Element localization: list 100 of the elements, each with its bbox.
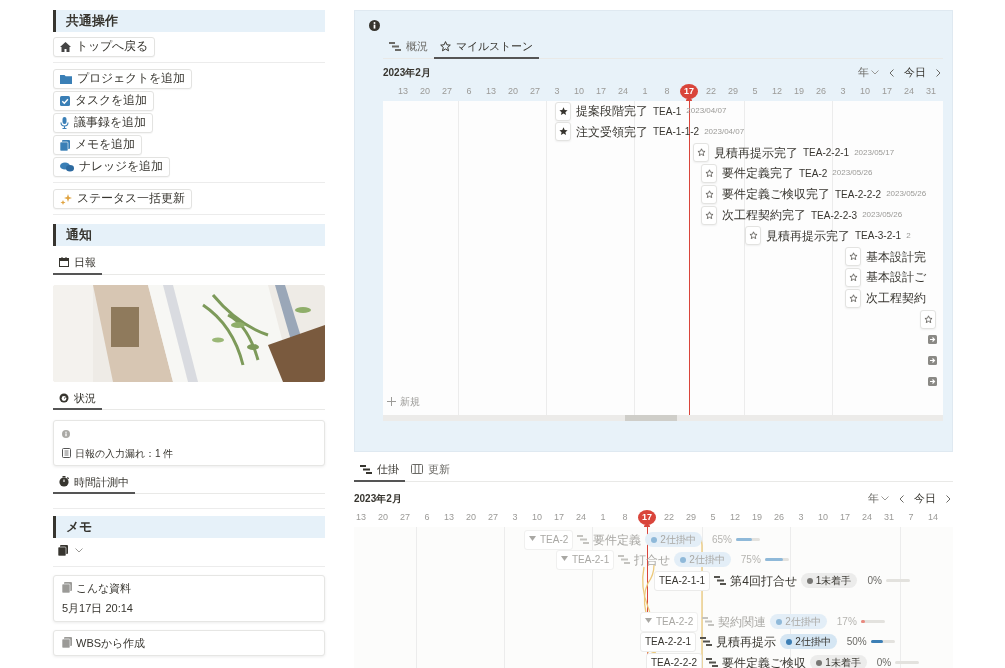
action-button[interactable]: ステータス一括更新 [53,189,192,209]
milestone-date: 2023/05/26 [886,188,927,201]
notebook-icon [60,139,70,151]
action-button[interactable]: タスクを追加 [53,91,154,111]
milestone-marker[interactable] [701,184,717,204]
milestone-marker[interactable] [555,101,571,121]
date-label: 22 [705,84,717,98]
milestone-date: 2023/05/26 [862,209,903,221]
chat-bubbles-icon [60,162,74,172]
action-button[interactable]: ナレッジを追加 [53,157,170,177]
milestone-name: 見積再提示完了 [714,144,798,162]
tab[interactable]: 更新 [405,460,456,482]
month-label: 2023年2月 [354,492,402,506]
action-button[interactable]: 議事録を追加 [53,113,153,133]
date-label: 31 [883,510,895,524]
task-id: TEA-2-1 [572,553,610,567]
memo-title: こんな資料 [76,580,131,596]
task-id: TEA-2 [540,533,569,547]
memo-card[interactable]: WBSから作成 [53,629,325,656]
date-label: 17 [595,84,607,98]
date-label: 29 [727,84,739,98]
tab[interactable]: 概況 [383,37,434,59]
task-name: 要件定義 [593,531,642,549]
action-button[interactable]: プロジェクトを追加 [53,69,192,89]
date-label: 6 [465,84,473,98]
milestone-marker[interactable] [701,163,717,183]
date-label: 1 [599,510,607,524]
progress-percent: 65% [711,533,732,547]
milestone-name: 次工程契約完了 [722,207,806,224]
previous-button[interactable] [887,68,896,77]
chevron-down-icon [75,548,83,553]
tab[interactable]: 日報 [53,253,102,275]
date-label: 20 [465,510,477,524]
date-label: 10 [859,84,871,98]
scrollbar[interactable] [383,414,943,421]
milestone-id: TEA-3-2-1 [855,229,902,244]
milestone-marker[interactable] [745,226,761,246]
next-button[interactable] [934,68,943,77]
info-icon [369,20,380,31]
progress-percent: 0% [867,574,882,588]
milestone-id: TEA-2-2-3 [811,208,858,223]
document-icon [62,448,71,458]
milestone-name: 提案段階完了 [576,103,648,120]
milestone-marker[interactable] [555,122,571,142]
date-label: 19 [751,510,763,524]
date-label: 24 [617,84,629,98]
date-label: 17 [680,83,698,99]
date-label: 6 [423,510,431,524]
chevron-down-icon [881,496,889,501]
milestone-marker[interactable] [845,288,861,308]
milestone-id: TEA-2-2-2 [835,187,882,202]
date-label: 20 [507,84,519,98]
task-name: 要件定義ご検収 [722,654,807,668]
checkbox-icon [60,96,70,106]
today-button[interactable]: 今日 [912,490,938,507]
date-label: 8 [621,510,629,524]
timeline-bars-icon [618,555,631,564]
date-label: 13 [397,84,409,98]
next-button[interactable] [944,494,953,503]
progress-percent: 75% [740,553,761,567]
date-label: 12 [771,84,783,98]
date-label: 1 [641,84,649,98]
milestone-name: 見積再提示完了 [766,227,850,245]
date-label: 10 [531,510,543,524]
action-button[interactable]: トップへ戻る [53,37,155,57]
date-label: 8 [663,84,671,98]
month-label: 2023年2月 [383,66,431,80]
milestone-date: 2023/04/07 [704,125,745,138]
date-label: 17 [839,510,851,524]
task-name: 契約関連 [718,613,767,631]
timeline-bars-icon [702,617,715,626]
scale-dropdown[interactable]: 年 [856,64,881,81]
milestone-marker[interactable] [845,247,861,267]
memo-card[interactable]: こんな資料 5月17日 20:14 [53,574,325,622]
tab[interactable]: マイルストーン [434,37,539,59]
task-id[interactable]: TEA-2-2-2 [646,652,703,668]
milestone-marker[interactable] [693,143,709,163]
date-label: 3 [797,510,805,524]
status-label: 2仕掛中 [785,615,821,629]
today-button[interactable]: 今日 [902,64,928,81]
timeline-bars-icon [706,658,719,667]
home-icon [60,42,71,52]
milestone-marker[interactable] [701,205,717,225]
timeline-bars-icon [577,535,590,544]
milestone-date: 2023/05/17 [854,146,895,159]
task-id[interactable]: TEA-2-2-1 [640,631,697,652]
tab[interactable]: 時間計測中 [53,472,135,494]
action-button[interactable]: メモを追加 [53,135,142,155]
task-id[interactable]: TEA-2-1-1 [654,570,711,591]
tab[interactable]: 仕掛 [354,460,405,482]
milestone-name: 要件定義完了 [722,165,794,183]
date-label: 17 [553,510,565,524]
milestone-marker[interactable] [920,309,936,329]
tab[interactable]: 状況 [53,388,102,410]
milestone-marker[interactable] [845,267,861,287]
date-label: 3 [839,84,847,98]
star-icon [440,40,451,52]
scale-dropdown[interactable]: 年 [866,490,891,507]
previous-button[interactable] [897,494,906,503]
date-label: 10 [817,510,829,524]
